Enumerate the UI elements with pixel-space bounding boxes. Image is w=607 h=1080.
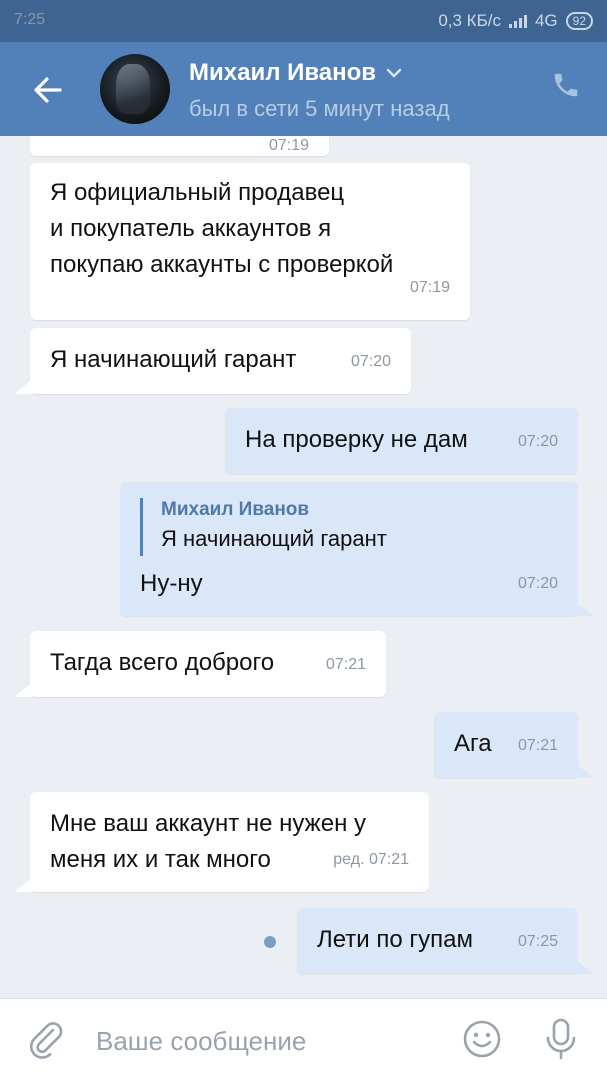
message-bubble-incoming[interactable]: Я начинающий гарант 07:20 [14, 328, 411, 394]
phone-icon[interactable] [551, 70, 581, 100]
contact-status: был в сети 5 минут назад [189, 96, 450, 121]
reply-quote[interactable]: Михаил Иванов Я начинающий гарант [140, 498, 387, 556]
message-composer [0, 998, 607, 1080]
message-bubble-incoming[interactable]: Тагда всего доброго 07:21 [14, 631, 386, 697]
message-time: 07:20 [517, 433, 558, 450]
message-bubble-incoming[interactable]: Мне ваш аккаунт не нужен у меня их и так… [14, 792, 429, 892]
avatar[interactable] [100, 54, 170, 124]
chat-header: Михаил Иванов был в сети 5 минут назад [0, 42, 607, 136]
arrow-left-icon[interactable] [30, 72, 66, 108]
message-bubble-outgoing[interactable]: Михаил Иванов Я начинающий гарант Ну-ну … [120, 482, 594, 616]
message-text: Лети по гупам [317, 926, 473, 953]
message-text: и покупатель аккаунтов я [50, 215, 332, 242]
battery-icon: 92 [565, 12, 593, 30]
message-bubble-outgoing[interactable]: Лети по гупам 07:25 [297, 908, 594, 974]
reply-author: Михаил Иванов [161, 499, 310, 520]
message-time: 07:25 [517, 933, 558, 950]
message-text: меня их и так много [50, 846, 271, 873]
contact-name-text: Михаил Иванов [189, 59, 377, 86]
message-text: покупаю аккаунты с проверкой [50, 251, 394, 278]
message-time: 07:21 [517, 737, 558, 754]
message-bubble-incoming[interactable]: 07:19 [30, 136, 329, 156]
message-text: Ага [454, 730, 492, 757]
message-time: 07:21 [325, 656, 366, 673]
message-input[interactable] [96, 1021, 436, 1061]
battery-level: 92 [572, 14, 586, 28]
message-time: 07:19 [268, 137, 309, 154]
message-time: 07:20 [517, 575, 558, 592]
message-text: Ну-ну [140, 570, 203, 597]
status-time: 7:25 [14, 11, 46, 28]
chevron-down-icon[interactable] [386, 68, 402, 78]
smile-icon[interactable] [462, 1019, 502, 1059]
message-time: 07:19 [409, 279, 450, 296]
signal-icon [508, 14, 527, 28]
status-indicators: 0,3 КБ/с 4G 92 [438, 11, 593, 31]
message-time: ред. 07:21 [333, 851, 409, 868]
message-time: 07:20 [350, 353, 391, 370]
network-speed: 0,3 КБ/с [438, 11, 501, 30]
network-type: 4G [534, 11, 558, 30]
microphone-icon[interactable] [541, 1017, 581, 1061]
message-text: Тагда всего доброго [50, 649, 275, 676]
message-bubble-outgoing[interactable]: На проверку не дам 07:20 [225, 408, 578, 474]
message-bubble-incoming[interactable]: Я официальный продавец и покупатель акка… [30, 163, 470, 320]
message-bubble-outgoing[interactable]: Ага 07:21 [434, 712, 594, 778]
unread-indicator [264, 936, 276, 948]
message-text: Я начинающий гарант [50, 346, 297, 373]
reply-text: Я начинающий гарант [161, 526, 387, 551]
message-text: Я официальный продавец [50, 179, 345, 206]
message-list[interactable]: 07:19 Я официальный продавец и покупател… [0, 136, 607, 998]
paperclip-icon[interactable] [28, 1021, 68, 1061]
message-text: Мне ваш аккаунт не нужен у [50, 810, 366, 837]
status-bar: 7:25 0,3 КБ/с 4G 92 [0, 0, 607, 42]
message-text: На проверку не дам [245, 426, 468, 453]
contact-name[interactable]: Михаил Иванов [189, 59, 402, 87]
